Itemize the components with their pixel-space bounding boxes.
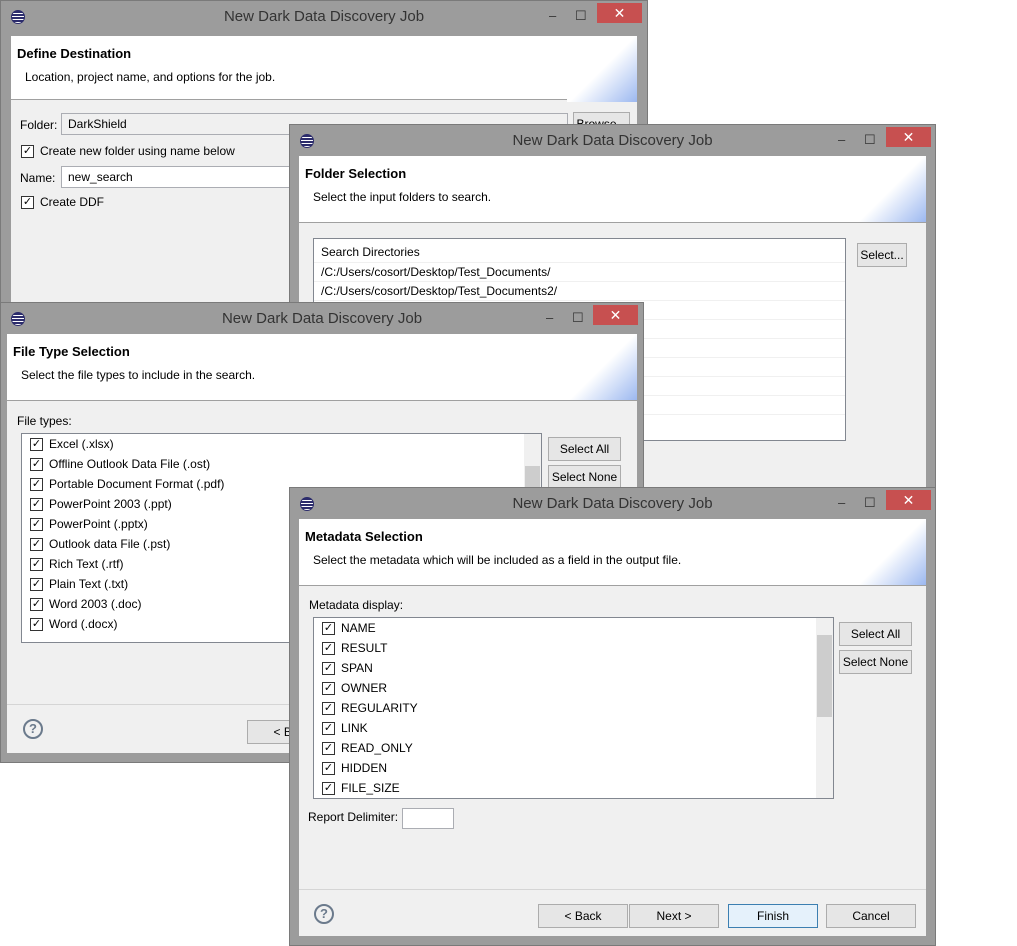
title-bar[interactable]: New Dark Data Discovery Job ‒ ☐ ✕ — [1, 1, 647, 32]
help-icon[interactable]: ? — [314, 904, 334, 924]
microscope-icon — [567, 36, 637, 102]
create-folder-checkbox[interactable]: ✓ Create new folder using name below — [21, 144, 235, 159]
page-description: Location, project name, and options for … — [25, 70, 276, 84]
select-none-button[interactable]: Select None — [839, 650, 912, 674]
page-description: Select the input folders to search. — [313, 190, 492, 204]
close-button[interactable]: ✕ — [593, 305, 638, 325]
title-bar[interactable]: New Dark Data Discovery Job ‒ ☐ ✕ — [1, 303, 643, 334]
select-folders-button[interactable]: Select... — [857, 243, 907, 267]
page-title: Metadata Selection — [305, 529, 423, 544]
list-item[interactable]: ✓ Offline Outlook Data File (.ost) — [22, 454, 541, 474]
list-item[interactable]: ✓ Excel (.xlsx) — [22, 434, 541, 454]
report-delimiter-label: Report Delimiter: — [308, 810, 399, 824]
list-item[interactable]: ✓ READ_ONLY — [314, 738, 833, 758]
list-item[interactable]: ✓ HIDDEN — [314, 758, 833, 778]
report-delimiter-input[interactable] — [402, 808, 454, 829]
help-icon[interactable]: ? — [23, 719, 43, 739]
select-all-button[interactable]: Select All — [548, 437, 621, 461]
finish-button[interactable]: Finish — [728, 904, 818, 928]
page-title: Folder Selection — [305, 166, 407, 181]
maximize-button[interactable]: ☐ — [575, 8, 587, 24]
scrollbar[interactable] — [816, 618, 833, 798]
select-none-button[interactable]: Select None — [548, 465, 621, 489]
maximize-button[interactable]: ☐ — [864, 495, 876, 511]
select-all-button[interactable]: Select All — [839, 622, 912, 646]
table-row[interactable]: /C:/Users/cosort/Desktop/Test_Documents/ — [314, 263, 845, 282]
list-item[interactable]: ✓ NAME — [314, 618, 833, 638]
next-button[interactable]: Next > — [629, 904, 719, 928]
list-item[interactable]: ✓ FILE_SIZE — [314, 778, 833, 798]
page-title: Define Destination — [17, 46, 132, 61]
name-label: Name: — [20, 171, 56, 185]
metadata-list[interactable]: ✓ NAME ✓ RESULT ✓ SPAN ✓ OWNER ✓ REGULARITY ✓… — [313, 617, 834, 799]
minimize-button[interactable]: ‒ — [838, 495, 845, 510]
list-item[interactable]: ✓ OWNER — [314, 678, 833, 698]
microscope-icon — [567, 334, 637, 400]
microscope-icon — [856, 519, 926, 585]
create-ddf-checkbox[interactable]: ✓ Create DDF — [21, 195, 104, 210]
title-bar[interactable]: New Dark Data Discovery Job ‒ ☐ ✕ — [290, 488, 935, 519]
list-item[interactable]: ✓ RESULT — [314, 638, 833, 658]
minimize-button[interactable]: ‒ — [546, 310, 553, 325]
microscope-icon — [856, 156, 926, 222]
column-header[interactable]: Search Directories — [314, 239, 845, 263]
close-button[interactable]: ✕ — [886, 127, 931, 147]
file-types-label: File types: — [17, 414, 72, 428]
minimize-button[interactable]: ‒ — [838, 132, 845, 147]
page-title: File Type Selection — [13, 344, 130, 359]
title-bar[interactable]: New Dark Data Discovery Job ‒ ☐ ✕ — [290, 125, 935, 156]
cancel-button[interactable]: Cancel — [826, 904, 916, 928]
folder-label: Folder: — [20, 118, 58, 132]
list-item[interactable]: ✓ SPAN — [314, 658, 833, 678]
close-button[interactable]: ✕ — [886, 490, 931, 510]
list-item[interactable]: ✓ REGULARITY — [314, 698, 833, 718]
back-button[interactable]: < Back — [538, 904, 628, 928]
close-button[interactable]: ✕ — [597, 3, 642, 23]
maximize-button[interactable]: ☐ — [572, 310, 584, 326]
page-description: Select the metadata which will be includ… — [313, 553, 682, 567]
list-item[interactable]: ✓ LINK — [314, 718, 833, 738]
maximize-button[interactable]: ☐ — [864, 132, 876, 148]
page-description: Select the file types to include in the … — [21, 368, 256, 382]
metadata-display-label: Metadata display: — [309, 598, 404, 612]
table-row[interactable]: /C:/Users/cosort/Desktop/Test_Documents2… — [314, 282, 845, 301]
minimize-button[interactable]: ‒ — [549, 8, 556, 23]
window-metadata-selection: New Dark Data Discovery Job ‒ ☐ ✕ Metadata… — [289, 487, 936, 946]
